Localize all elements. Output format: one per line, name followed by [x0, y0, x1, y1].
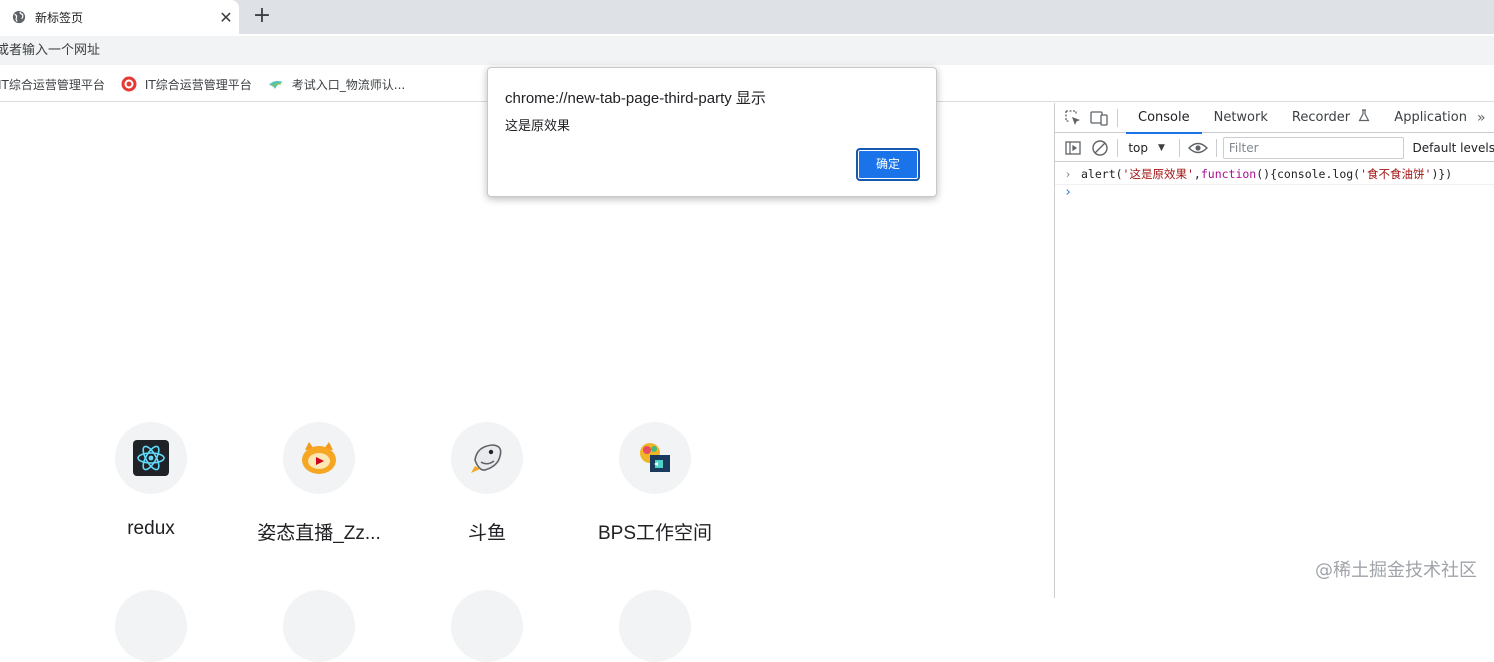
- watermark: @稀土掘金技术社区: [1315, 560, 1477, 581]
- bookmark-item[interactable]: IT综合运营管理平台: [0, 76, 105, 93]
- shortcut-tile[interactable]: [619, 590, 691, 662]
- devtools-panel: Console Network Recorder Application » t…: [1054, 103, 1494, 598]
- react-atom-icon: [133, 440, 169, 476]
- shortcut-label: redux: [127, 518, 175, 539]
- tab-recorder[interactable]: Recorder: [1280, 103, 1382, 133]
- code-token: (){console.log(: [1256, 167, 1361, 181]
- clear-console-icon[interactable]: [1090, 138, 1109, 158]
- tab-application[interactable]: Application: [1382, 103, 1479, 133]
- alert-dialog: chrome://new-tab-page-third-party 显示 这是原…: [487, 67, 937, 197]
- close-icon[interactable]: ✕: [213, 8, 239, 27]
- orange-mascot-icon: [302, 442, 336, 474]
- tab-strip: 新标签页 ✕ +: [0, 0, 1494, 34]
- red-gear-icon: [121, 76, 137, 92]
- flask-icon: [1358, 108, 1370, 121]
- bookmark-label: 考试入口_物流师认...: [291, 77, 406, 92]
- shortcut-tile[interactable]: BPS工作空间: [571, 422, 739, 552]
- shortcut-tile[interactable]: [283, 590, 355, 662]
- code-token: alert(: [1081, 167, 1123, 181]
- shortcut-tile[interactable]: [451, 590, 523, 662]
- dialog-message: 这是原效果: [505, 119, 571, 134]
- tab-network[interactable]: Network: [1202, 103, 1280, 133]
- toolbar-divider: [1117, 138, 1119, 157]
- bird-icon: [268, 81, 283, 89]
- bookmark-label: IT综合运营管理平台: [0, 77, 105, 92]
- bps-icon: [640, 443, 670, 472]
- shortcut-label: BPS工作空间: [597, 523, 713, 544]
- code-keyword: function: [1200, 167, 1257, 181]
- device-toolbar-icon[interactable]: [1089, 108, 1109, 128]
- browser-tab[interactable]: 新标签页 ✕: [0, 0, 239, 34]
- code-string: '这是原效果': [1122, 167, 1194, 181]
- omnibox-input[interactable]: 或者输入一个网址: [0, 36, 1494, 65]
- chevron-right-icon: ›: [1064, 167, 1072, 181]
- eye-icon[interactable]: [1187, 138, 1208, 158]
- new-tab-button[interactable]: +: [250, 4, 274, 28]
- code-string: '食不食油饼': [1360, 167, 1432, 181]
- shortcut-tile[interactable]: 姿态直播_Zz...: [235, 422, 403, 552]
- dialog-title: chrome://new-tab-page-third-party 显示: [505, 90, 766, 107]
- tab-title: 新标签页: [35, 10, 84, 25]
- filter-placeholder: Filter: [1228, 140, 1259, 155]
- devtools-tab-bar: Console Network Recorder Application »: [1055, 103, 1494, 134]
- chevron-down-icon: ▼: [1158, 142, 1165, 153]
- shortcut-icon-bg: [451, 422, 523, 494]
- shortcut-icon-bg: [619, 422, 691, 494]
- bookmark-item[interactable]: 考试入口_物流师认...: [268, 76, 405, 93]
- tab-recorder-label: Recorder: [1291, 109, 1351, 125]
- globe-icon: [12, 10, 26, 24]
- console-toolbar: top ▼ Filter Default levels: [1055, 134, 1494, 162]
- console-input-line[interactable]: › alert('这是原效果',function(){console.log('食…: [1055, 163, 1494, 185]
- shortcut-tile[interactable]: redux: [67, 422, 235, 552]
- code-token: )}): [1431, 167, 1453, 181]
- omnibox-placeholder: 或者输入一个网址: [0, 43, 101, 58]
- inspect-element-icon[interactable]: [1063, 108, 1083, 128]
- shortcut-label: 姿态直播_Zz...: [257, 523, 381, 544]
- bookmark-item[interactable]: IT综合运营管理平台: [121, 76, 252, 93]
- filter-input[interactable]: Filter: [1222, 136, 1404, 159]
- bookmark-label: IT综合运营管理平台: [144, 77, 252, 92]
- shortcut-label: 斗鱼: [467, 523, 506, 544]
- shortcut-tile[interactable]: [115, 590, 187, 662]
- ok-button[interactable]: 确定: [856, 148, 920, 181]
- toolbar-divider: [1178, 138, 1180, 157]
- toolbar-divider: [1117, 108, 1118, 127]
- douyu-fish-icon: [471, 444, 502, 473]
- shortcut-tile[interactable]: 斗鱼: [403, 422, 571, 552]
- code-token: ,: [1193, 167, 1201, 181]
- address-bar-row: 或者输入一个网址: [0, 34, 1494, 67]
- console-prompt[interactable]: ›: [1055, 185, 1081, 205]
- context-selector[interactable]: top ▼: [1128, 141, 1165, 155]
- shortcut-icon-bg: [283, 422, 355, 494]
- context-value: top: [1128, 140, 1148, 155]
- toolbar-divider: [1215, 138, 1217, 157]
- shortcut-icon-bg: [115, 422, 187, 494]
- log-levels-dropdown[interactable]: Default levels: [1413, 141, 1494, 155]
- sidebar-toggle-icon[interactable]: [1063, 138, 1082, 158]
- tab-console[interactable]: Console: [1126, 103, 1202, 134]
